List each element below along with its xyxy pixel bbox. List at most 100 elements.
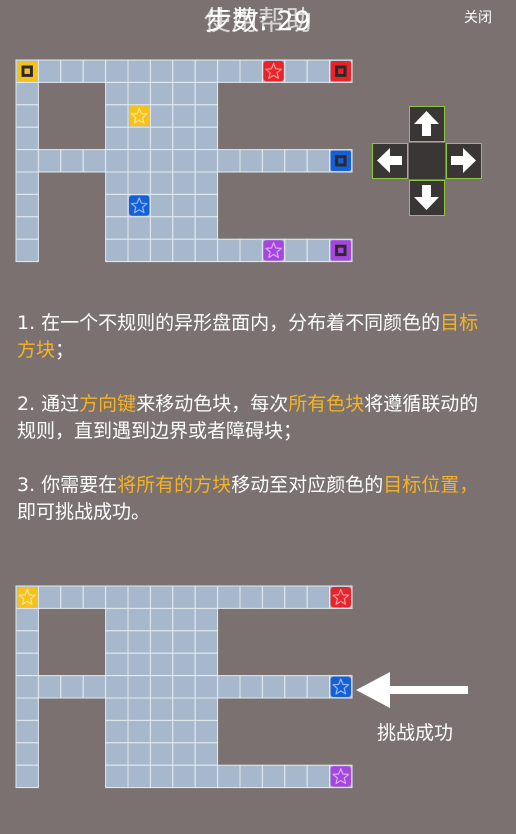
top-cell: [194, 216, 219, 240]
bottom-cell: [149, 719, 174, 744]
target-blue-core: [338, 158, 344, 164]
top-cell: [15, 216, 39, 240]
bottom-cell: [82, 675, 107, 699]
top-cell: [172, 104, 196, 128]
top-cell: [194, 238, 219, 263]
bottom-cell: [284, 585, 308, 609]
arrow-up-icon: [414, 111, 439, 136]
bottom-cell: [172, 742, 196, 766]
top-cell: [82, 59, 107, 83]
arrow-right-icon: [451, 148, 476, 173]
left-button[interactable]: [372, 143, 408, 179]
top-cell: [105, 59, 129, 83]
bottom-cell: [217, 764, 241, 789]
top-cell: [172, 193, 196, 218]
top-cell: [194, 81, 219, 106]
bottom-cell: [127, 607, 151, 632]
bottom-cell: [60, 675, 84, 699]
top-cell: [239, 59, 263, 83]
arrow-left-icon: [377, 148, 402, 173]
top-cell: [127, 238, 151, 263]
top-cell: [172, 171, 196, 195]
title-layer-help: 使用帮助: [204, 6, 312, 37]
top-cell: [15, 149, 39, 173]
top-cell: [149, 216, 174, 240]
bottom-cell: [306, 764, 331, 789]
top-cell: [37, 149, 62, 173]
top-cell: [127, 59, 151, 83]
bottom-cell: [15, 719, 39, 744]
top-cell: [127, 149, 151, 173]
instruction-3-highlight-b: 目标位置，: [383, 474, 479, 496]
instruction-3: 3. 你需要在将所有的方块移动至对应颜色的目标位置， 即可挑战成功。: [17, 472, 487, 526]
top-cell: [15, 171, 39, 195]
bottom-cell: [194, 764, 219, 789]
bottom-cell: [194, 585, 219, 609]
target-red-core: [338, 68, 344, 74]
top-cell: [194, 149, 219, 173]
instruction-3-text-b: 移动至对应颜色的: [231, 474, 384, 496]
top-cell: [105, 171, 129, 195]
instruction-2: 2. 通过方向键来移动色块，每次所有色块将遵循联动的规则，直到遇到边界或者障碍块…: [17, 391, 487, 445]
instruction-3-highlight-a: 将所有的方块: [117, 474, 232, 496]
bottom-cell: [105, 585, 129, 609]
top-cell: [149, 149, 174, 173]
bottom-cell: [105, 630, 129, 654]
top-cell: [105, 104, 129, 128]
instructions: 1. 在一个不规则的异形盘面内，分布着不同颜色的目标方块； 2. 通过方向键来移…: [17, 310, 487, 553]
up-button[interactable]: [409, 106, 445, 142]
top-cell: [172, 149, 196, 173]
bottom-cell: [127, 697, 151, 721]
top-cell: [60, 149, 84, 173]
bottom-cell: [149, 607, 174, 632]
top-cell: [127, 216, 151, 240]
bottom-cell: [105, 697, 129, 721]
bottom-cell: [261, 764, 286, 789]
bottom-cell: [194, 697, 219, 721]
bottom-cell: [149, 742, 174, 766]
bottom-cell: [37, 675, 62, 699]
bottom-cell: [127, 719, 151, 744]
top-cell: [15, 193, 39, 218]
down-button[interactable]: [409, 180, 445, 216]
top-cell: [149, 81, 174, 106]
bottom-cell: [60, 585, 84, 609]
top-cell: [15, 238, 39, 263]
bottom-cell: [37, 585, 62, 609]
arrow-down-icon: [414, 185, 439, 210]
bottom-cell: [217, 675, 241, 699]
top-cell: [194, 126, 219, 151]
bottom-cell: [105, 742, 129, 766]
bottom-cell: [172, 652, 196, 677]
top-cell: [172, 238, 196, 263]
top-cell: [217, 238, 241, 263]
bottom-cell: [127, 585, 151, 609]
instruction-2-highlight-b: 所有色块: [288, 393, 365, 415]
top-cell: [194, 193, 219, 218]
bottom-cell: [194, 742, 219, 766]
bottom-cell: [239, 764, 263, 789]
top-cell: [15, 81, 39, 106]
bottom-cell: [284, 764, 308, 789]
top-cell: [105, 238, 129, 263]
instruction-1-end: ；: [55, 339, 75, 361]
close-button[interactable]: 关闭: [464, 7, 492, 27]
top-cell: [239, 238, 263, 263]
direction-pad: [372, 106, 482, 216]
instruction-1: 1. 在一个不规则的异形盘面内，分布着不同颜色的目标方块；: [17, 310, 487, 364]
bottom-cell: [306, 675, 331, 699]
top-cell: [105, 193, 129, 218]
bottom-cell: [15, 764, 39, 789]
bottom-cell: [149, 697, 174, 721]
top-cell: [127, 171, 151, 195]
top-cell: [306, 238, 331, 263]
bottom-cell: [194, 607, 219, 632]
bottom-cell: [239, 675, 263, 699]
top-cell: [149, 59, 174, 83]
instruction-2-highlight-a: 方向键: [79, 393, 137, 415]
top-cell: [172, 59, 196, 83]
top-cell: [149, 193, 174, 218]
bottom-cell: [194, 719, 219, 744]
right-button[interactable]: [446, 143, 482, 179]
top-cell: [82, 149, 107, 173]
